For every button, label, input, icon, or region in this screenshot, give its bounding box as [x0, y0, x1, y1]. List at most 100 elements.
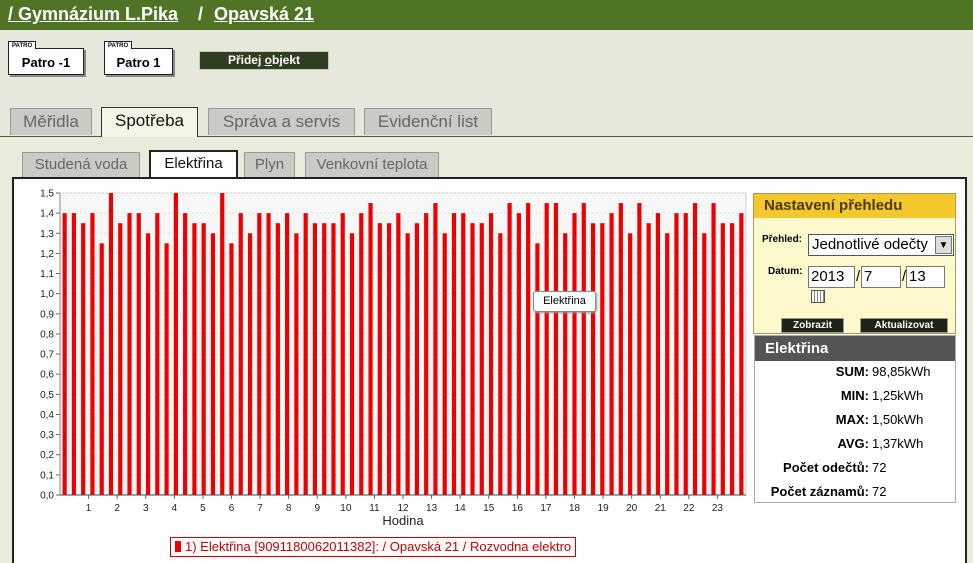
stat-value: 1,25kWh	[872, 388, 924, 403]
bar	[71, 213, 76, 495]
y-tick-label: 1,0	[40, 289, 54, 300]
show-button[interactable]: Zobrazit	[781, 318, 844, 333]
month-input[interactable]: 7	[861, 266, 901, 288]
prehled-label: Přehled:	[762, 234, 803, 245]
bar	[108, 193, 114, 495]
bar	[553, 203, 559, 495]
stat-row-readings: Počet odečtů: 72	[755, 458, 955, 478]
bar	[377, 223, 382, 495]
bar	[322, 223, 327, 495]
y-tick-label: 0,9	[40, 309, 54, 320]
stats-panel: Elektřina SUM: 98,85kWh MIN: 1,25kWh MAX: 1…	[754, 335, 956, 503]
datum-label: Datum:	[768, 266, 803, 277]
bar	[683, 213, 688, 495]
year-input[interactable]: 2013	[808, 266, 855, 288]
bar	[312, 223, 318, 495]
legend-label: 1) Elektřina [9091180062011382]: / Opavs…	[185, 539, 572, 554]
bar	[600, 223, 605, 495]
bar	[730, 223, 735, 495]
bar	[331, 223, 336, 495]
bar	[507, 203, 512, 495]
chevron-down-icon[interactable]: ▼	[935, 236, 952, 254]
bar	[118, 223, 123, 495]
x-tick-label: 5	[200, 503, 206, 514]
prehled-selected-value: Jednotlivé odečty	[812, 236, 928, 253]
bar	[739, 213, 744, 495]
bar	[220, 193, 225, 495]
bar	[340, 213, 345, 495]
bar	[155, 213, 160, 495]
bar	[665, 233, 670, 495]
y-tick-label: 0,4	[40, 410, 54, 421]
bar	[609, 213, 614, 495]
y-tick-label: 1,1	[40, 269, 54, 280]
y-tick-label: 0,5	[40, 390, 54, 401]
bar	[590, 223, 596, 495]
bar	[257, 213, 262, 495]
bar	[720, 223, 725, 495]
bar	[368, 203, 373, 495]
bar	[99, 243, 104, 495]
stat-key: MIN:	[840, 388, 869, 403]
bar	[387, 223, 392, 495]
x-tick-label: 1	[86, 503, 92, 514]
bar	[136, 213, 141, 495]
x-tick-label: 20	[626, 503, 638, 514]
x-tick-label: 14	[455, 503, 467, 514]
y-tick-label: 0,8	[40, 329, 54, 340]
bar	[581, 203, 586, 495]
day-input[interactable]: 13	[906, 266, 945, 288]
x-tick-label: 17	[540, 503, 552, 514]
bar	[201, 223, 206, 495]
stat-key: MAX:	[835, 412, 869, 427]
bar	[294, 233, 299, 495]
bar	[702, 233, 707, 495]
x-tick-label: 19	[598, 503, 610, 514]
x-tick-label: 18	[569, 503, 581, 514]
bar	[414, 223, 419, 495]
bar	[692, 203, 698, 495]
bar	[618, 203, 623, 495]
bar	[655, 213, 661, 495]
stat-value: 72	[872, 460, 887, 475]
calendar-icon[interactable]	[811, 290, 825, 303]
stats-title: Elektřina	[755, 336, 955, 361]
bar	[516, 213, 521, 495]
update-button[interactable]: Aktualizovat	[860, 318, 948, 333]
date-separator: /	[856, 268, 861, 285]
bar	[488, 213, 494, 495]
bar	[461, 213, 466, 495]
y-tick-label: 1,2	[40, 249, 54, 260]
stat-row-sum: SUM: 98,85kWh	[755, 362, 955, 382]
chart-legend[interactable]: 1) Elektřina [9091180062011382]: / Opavs…	[170, 537, 577, 557]
legend-swatch	[175, 541, 181, 552]
x-tick-label: 8	[286, 503, 292, 514]
y-tick-label: 0,7	[40, 350, 54, 361]
y-tick-label: 0,3	[40, 430, 54, 441]
stat-value: 1,37kWh	[872, 436, 924, 451]
x-tick-label: 23	[712, 503, 724, 514]
bar	[210, 233, 216, 495]
bar	[90, 213, 95, 495]
bar	[628, 233, 633, 495]
x-tick-label: 13	[426, 503, 438, 514]
x-tick-label: 4	[172, 503, 178, 514]
x-tick-label: 2	[114, 503, 120, 514]
x-tick-label: 15	[483, 503, 495, 514]
x-tick-label: 9	[314, 503, 320, 514]
x-tick-label: 21	[655, 503, 667, 514]
bar	[451, 213, 457, 495]
prehled-select[interactable]: Jednotlivé odečty ▼	[808, 234, 954, 256]
y-tick-label: 0,6	[40, 370, 54, 381]
bar	[572, 213, 577, 495]
bar	[164, 243, 169, 495]
bar	[275, 223, 280, 495]
x-tick-label: 3	[143, 503, 149, 514]
stat-value: 1,50kWh	[872, 412, 924, 427]
bar	[349, 233, 355, 495]
bar	[424, 213, 429, 495]
stat-row-avg: AVG: 1,37kWh	[755, 434, 955, 454]
bar	[145, 233, 151, 495]
y-tick-label: 1,3	[40, 229, 54, 240]
bar	[229, 243, 234, 495]
